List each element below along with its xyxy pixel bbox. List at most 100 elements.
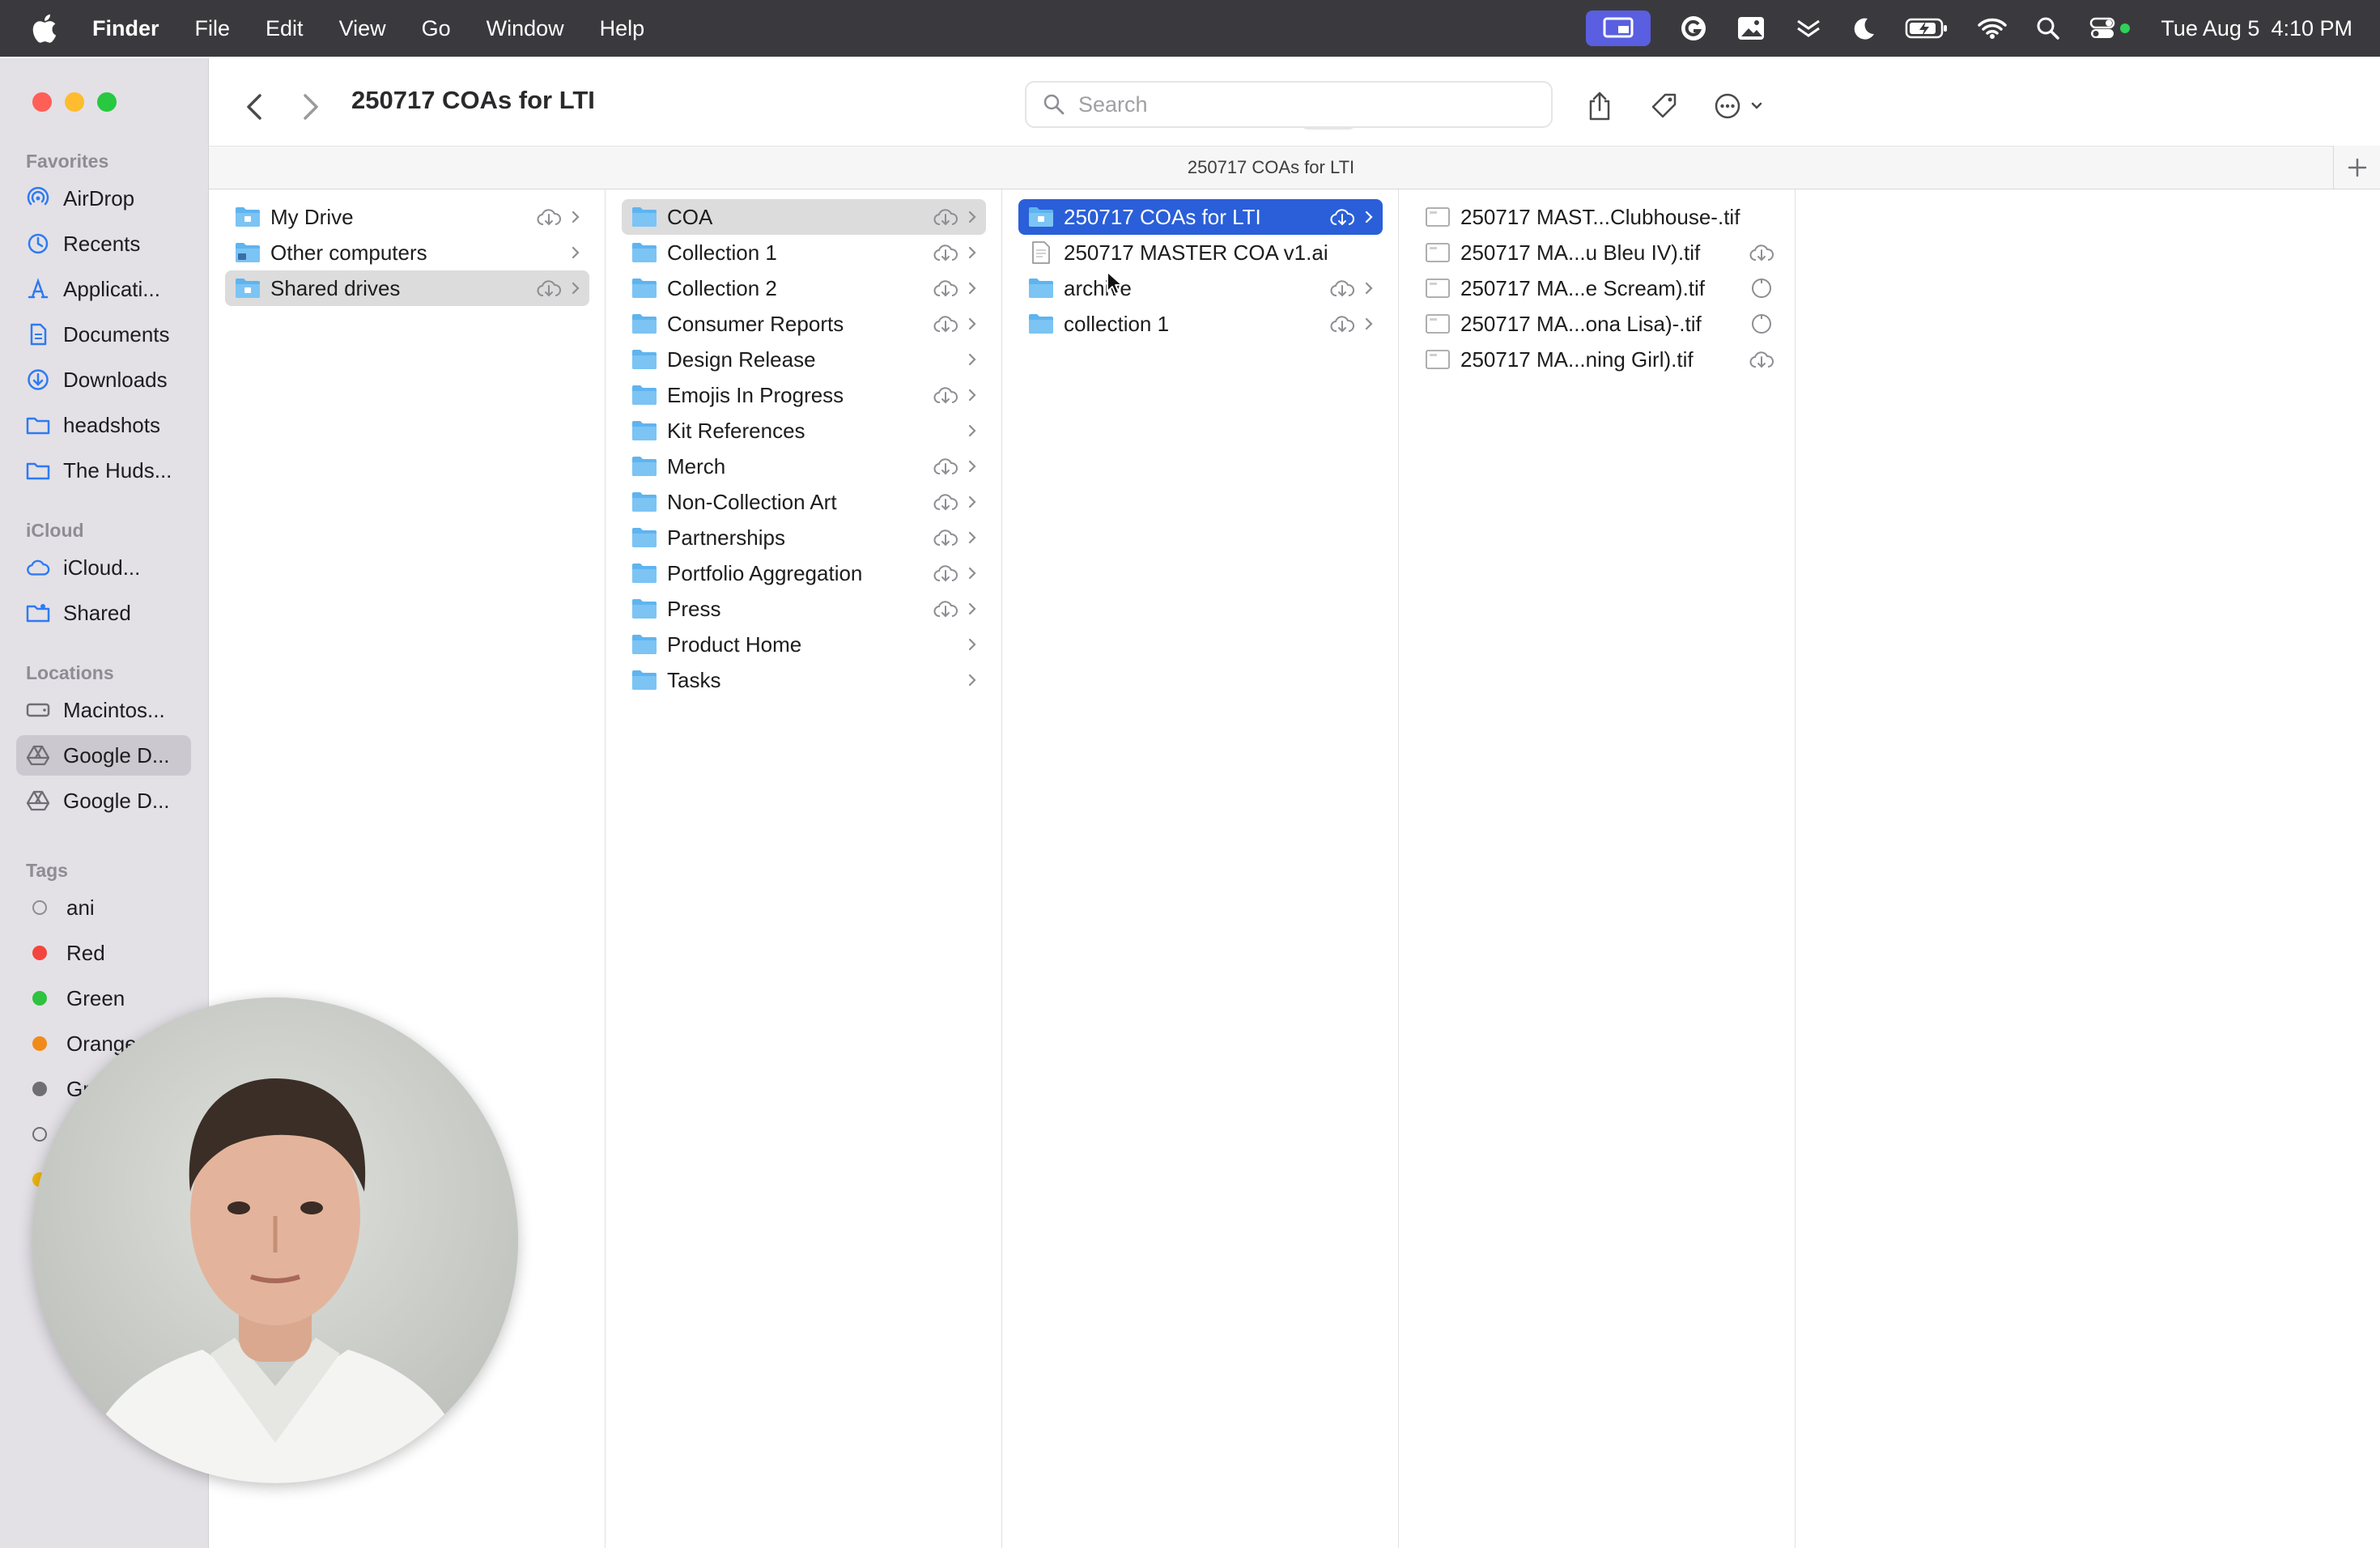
column-row[interactable]: Tasks bbox=[622, 662, 986, 698]
tab-title[interactable]: 250717 COAs for LTI bbox=[1188, 157, 1354, 178]
sidebar-tag-ani[interactable]: ani bbox=[16, 887, 191, 928]
cloud-download-icon[interactable] bbox=[931, 313, 960, 335]
column-row[interactable]: archive bbox=[1018, 270, 1383, 306]
search-field[interactable] bbox=[1025, 81, 1553, 128]
cloud-download-icon[interactable] bbox=[931, 598, 960, 620]
column-row[interactable]: Design Release bbox=[622, 342, 986, 377]
menu-edit[interactable]: Edit bbox=[266, 16, 304, 41]
screen-share-icon[interactable] bbox=[1586, 11, 1651, 46]
cloud-download-icon[interactable] bbox=[931, 455, 960, 478]
share-button[interactable] bbox=[1575, 83, 1624, 130]
column-row[interactable]: Partnerships bbox=[622, 520, 986, 555]
cloud-download-icon[interactable] bbox=[1328, 206, 1357, 228]
cloud-download-icon[interactable] bbox=[931, 206, 960, 228]
column-row[interactable]: 250717 MASTER COA v1.ai bbox=[1018, 235, 1383, 270]
column-row[interactable]: 250717 MA...u Bleu IV).tif bbox=[1415, 235, 1779, 270]
sidebar-tag-green[interactable]: Green bbox=[16, 978, 191, 1019]
column-row[interactable]: My Drive bbox=[225, 199, 589, 235]
tags-button[interactable] bbox=[1640, 83, 1689, 130]
control-center-icon[interactable] bbox=[2089, 16, 2131, 40]
tif-file-icon bbox=[1425, 277, 1451, 300]
google-drive-icon bbox=[26, 789, 50, 813]
zoom-button[interactable] bbox=[97, 92, 117, 112]
column-row[interactable]: COA bbox=[622, 199, 986, 235]
cloud-download-icon[interactable] bbox=[931, 241, 960, 264]
sidebar-item-recents[interactable]: Recents bbox=[16, 223, 191, 264]
photo-icon[interactable] bbox=[1736, 15, 1766, 41]
new-tab-button[interactable] bbox=[2333, 146, 2380, 189]
cloud-download-icon[interactable] bbox=[931, 384, 960, 406]
sidebar-item-macintosh-hd[interactable]: Macintos... bbox=[16, 690, 191, 730]
column-row[interactable]: Other computers bbox=[225, 235, 589, 270]
cloud-download-icon[interactable] bbox=[534, 206, 563, 228]
column-row[interactable]: Product Home bbox=[622, 627, 986, 662]
sidebar-item-downloads[interactable]: Downloads bbox=[16, 359, 191, 400]
sidebar-item-applications[interactable]: Applicati... bbox=[16, 269, 191, 309]
sidebar-item-shared[interactable]: Shared bbox=[16, 593, 191, 633]
menu-bar-clock[interactable]: Tue Aug 5 4:10 PM bbox=[2161, 16, 2352, 41]
menu-help[interactable]: Help bbox=[600, 16, 645, 41]
cloud-download-icon[interactable] bbox=[1328, 277, 1357, 300]
cloud-download-icon[interactable] bbox=[1747, 240, 1776, 265]
drive-folder-icon bbox=[235, 206, 261, 228]
column-row[interactable]: 250717 MA...ning Girl).tif bbox=[1415, 342, 1779, 377]
download-progress-icon[interactable] bbox=[1747, 312, 1776, 336]
row-label: Design Release bbox=[667, 347, 816, 372]
cloud-download-icon[interactable] bbox=[931, 526, 960, 549]
column-row[interactable]: Emojis In Progress bbox=[622, 377, 986, 413]
menu-window[interactable]: Window bbox=[487, 16, 564, 41]
column-row[interactable]: Kit References bbox=[622, 413, 986, 449]
forward-button[interactable] bbox=[295, 87, 327, 126]
column-row[interactable]: Consumer Reports bbox=[622, 306, 986, 342]
column-row[interactable]: collection 1 bbox=[1018, 306, 1383, 342]
sidebar-item-the-huds[interactable]: The Huds... bbox=[16, 450, 191, 491]
webcam-video-bubble[interactable] bbox=[32, 997, 518, 1483]
sidebar-item-google-drive-1[interactable]: Google D... bbox=[16, 735, 191, 776]
sidebar-item-documents[interactable]: Documents bbox=[16, 314, 191, 355]
folder-icon bbox=[631, 491, 657, 513]
column-row[interactable]: 250717 MA...e Scream).tif bbox=[1415, 270, 1779, 306]
cloud-download-icon[interactable] bbox=[931, 277, 960, 300]
menu-file[interactable]: File bbox=[195, 16, 231, 41]
column-row[interactable]: 250717 MA...ona Lisa)-.tif bbox=[1415, 306, 1779, 342]
cloud-download-icon[interactable] bbox=[1328, 313, 1357, 335]
menu-go[interactable]: Go bbox=[422, 16, 451, 41]
sidebar-item-google-drive-2[interactable]: Google D... bbox=[16, 780, 191, 821]
column-row[interactable]: Collection 1 bbox=[622, 235, 986, 270]
moon-icon[interactable] bbox=[1851, 16, 1876, 40]
grammarly-icon[interactable] bbox=[1680, 15, 1707, 42]
column-row[interactable]: Portfolio Aggregation bbox=[622, 555, 986, 591]
battery-charging-icon[interactable] bbox=[1905, 17, 1949, 40]
sidebar-item-icloud-drive[interactable]: iCloud... bbox=[16, 547, 191, 588]
menu-finder[interactable]: Finder bbox=[92, 16, 159, 41]
spotlight-search-icon[interactable] bbox=[2036, 16, 2060, 40]
window-title: 250717 COAs for LTI bbox=[351, 86, 595, 114]
sidebar-tag-red[interactable]: Red bbox=[16, 933, 191, 973]
chevron-right-icon bbox=[963, 348, 981, 371]
download-progress-icon[interactable] bbox=[1747, 276, 1776, 300]
sidebar-item-airdrop[interactable]: AirDrop bbox=[16, 178, 191, 219]
column-row[interactable]: Press bbox=[622, 591, 986, 627]
folder-icon bbox=[1028, 277, 1054, 300]
sidebar-item-headshots[interactable]: headshots bbox=[16, 405, 191, 445]
cloud-download-icon[interactable] bbox=[1747, 347, 1776, 372]
menu-view[interactable]: View bbox=[339, 16, 386, 41]
chevrons-down-icon[interactable] bbox=[1795, 16, 1822, 40]
cloud-download-icon[interactable] bbox=[931, 562, 960, 585]
more-actions-button[interactable] bbox=[1708, 83, 1776, 130]
back-button[interactable] bbox=[238, 87, 270, 126]
apple-menu-icon[interactable] bbox=[32, 13, 60, 44]
search-input[interactable] bbox=[1078, 91, 1532, 117]
column-row[interactable]: Shared drives bbox=[225, 270, 589, 306]
wifi-icon[interactable] bbox=[1978, 17, 2008, 40]
minimize-button[interactable] bbox=[65, 92, 84, 112]
column-row[interactable]: Collection 2 bbox=[622, 270, 986, 306]
folder-icon bbox=[631, 598, 657, 620]
column-row[interactable]: Merch bbox=[622, 449, 986, 484]
column-row[interactable]: 250717 MAST...Clubhouse-.tif bbox=[1415, 199, 1779, 235]
cloud-download-icon[interactable] bbox=[931, 491, 960, 513]
close-button[interactable] bbox=[32, 92, 52, 112]
column-row[interactable]: 250717 COAs for LTI bbox=[1018, 199, 1383, 235]
cloud-download-icon[interactable] bbox=[534, 277, 563, 300]
column-row[interactable]: Non-Collection Art bbox=[622, 484, 986, 520]
